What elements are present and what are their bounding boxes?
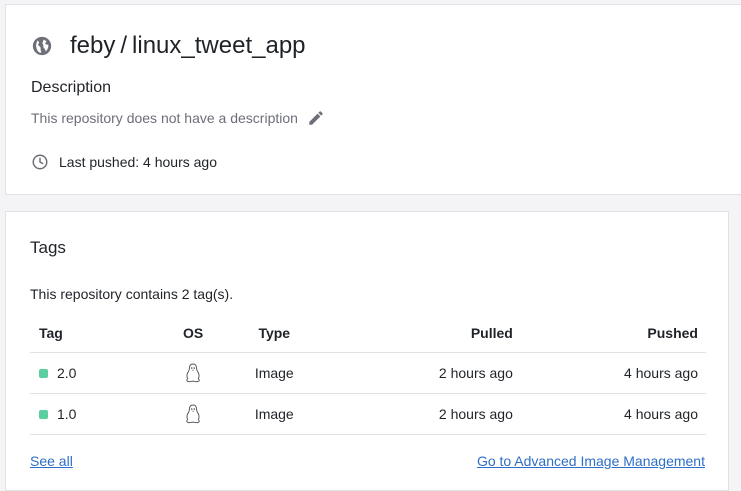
tags-table: Tag OS Type Pulled Pushed 2.0 Image 2 ho…: [30, 314, 706, 435]
tags-table-header: Tag OS Type Pulled Pushed: [30, 314, 706, 353]
table-row[interactable]: 1.0 Image 2 hours ago 4 hours ago: [30, 393, 706, 435]
last-pushed-text: Last pushed: 4 hours ago: [59, 154, 218, 170]
globe-icon: [32, 36, 52, 56]
advanced-image-management-link[interactable]: Go to Advanced Image Management: [477, 453, 705, 469]
column-header-type: Type: [220, 314, 329, 353]
title-separator: /: [120, 32, 128, 59]
column-header-pushed: Pushed: [512, 314, 706, 353]
tag-status-dot: [39, 409, 48, 419]
see-all-link[interactable]: See all: [30, 453, 73, 469]
last-pushed-row: Last pushed: 4 hours ago: [31, 153, 217, 171]
repository-title: feby / linux_tweet_app: [31, 31, 306, 61]
linux-icon: [186, 404, 200, 424]
tag-type: Image: [220, 352, 329, 394]
tag-name[interactable]: 1.0: [57, 406, 76, 422]
clock-icon: [32, 154, 48, 170]
tag-name[interactable]: 2.0: [57, 365, 76, 381]
column-header-tag: Tag: [30, 314, 166, 353]
tag-pulled: 2 hours ago: [328, 352, 513, 394]
tag-pushed: 4 hours ago: [512, 352, 706, 394]
tag-pushed: 4 hours ago: [512, 393, 706, 435]
tag-status-dot: [39, 368, 48, 378]
linux-icon: [186, 363, 200, 383]
description-text: This repository does not have a descript…: [31, 110, 298, 126]
column-header-os: OS: [165, 314, 221, 353]
tag-pulled: 2 hours ago: [328, 393, 513, 435]
repository-name: linux_tweet_app: [132, 32, 306, 59]
tags-heading: Tags: [30, 238, 66, 257]
description-heading: Description: [31, 79, 112, 96]
tag-type: Image: [220, 393, 329, 435]
tags-count-text: This repository contains 2 tag(s).: [30, 286, 234, 302]
column-header-pulled: Pulled: [328, 314, 513, 353]
repository-overview-card: feby / linux_tweet_app Description This re…: [5, 4, 741, 195]
pencil-icon[interactable]: [307, 109, 325, 127]
table-row[interactable]: 2.0 Image 2 hours ago 4 hours ago: [30, 352, 706, 394]
tags-card: Tags This repository contains 2 tag(s). …: [5, 211, 729, 491]
repository-owner[interactable]: feby: [70, 32, 115, 59]
description-row: This repository does not have a descript…: [31, 109, 325, 127]
